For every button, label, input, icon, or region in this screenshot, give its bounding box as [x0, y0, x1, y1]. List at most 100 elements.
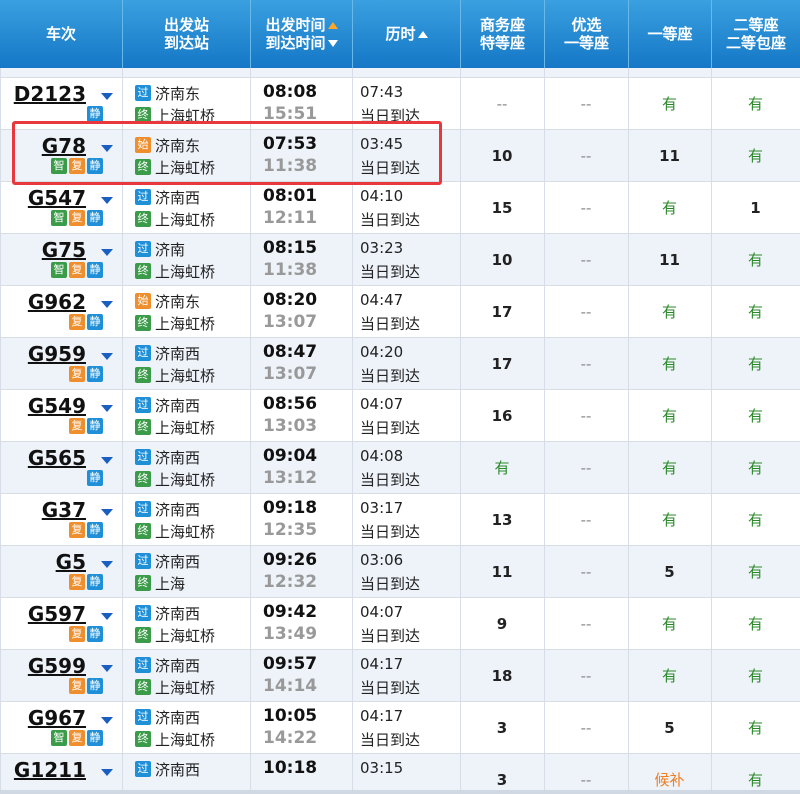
table-row[interactable]: G547 智复静 过济南西终上海虹桥 08:01 12:11 04:10 当日到达 15 -- 有… [0, 182, 800, 234]
train-number-link[interactable]: G547 [28, 186, 86, 210]
second-class-seat-availability[interactable]: 有 [711, 130, 800, 181]
train-number-link[interactable]: D2123 [14, 82, 86, 106]
sort-down-icon[interactable] [327, 39, 338, 47]
second-class-seat-availability[interactable]: 有 [711, 338, 800, 389]
dropdown-arrow-icon[interactable] [101, 509, 113, 516]
first-class-seat-availability[interactable]: 有 [628, 78, 711, 129]
second-class-seat-availability[interactable]: 有 [711, 702, 800, 753]
train-number-link[interactable]: G599 [28, 654, 86, 678]
dropdown-arrow-icon[interactable] [101, 561, 113, 568]
col-duration-header[interactable]: 历时 [352, 0, 460, 68]
arrival-time: 13:12 [263, 468, 318, 488]
business-seat-availability[interactable]: 17 [460, 286, 544, 337]
second-class-seat-availability[interactable]: 有 [711, 78, 800, 129]
dropdown-arrow-icon[interactable] [101, 197, 113, 204]
train-number-link[interactable]: G967 [28, 706, 86, 730]
train-number-link[interactable]: G962 [28, 290, 86, 314]
business-seat-availability[interactable]: 10 [460, 234, 544, 285]
business-seat-availability[interactable]: 18 [460, 650, 544, 701]
table-row[interactable]: G959 复静 过济南西终上海虹桥 08:47 13:07 04:20 当日到达 17 -- 有有 [0, 338, 800, 390]
first-class-seat-availability[interactable]: 有 [628, 338, 711, 389]
station-guo-icon: 过 [135, 397, 151, 413]
table-row[interactable]: G37 复静 过济南西终上海虹桥 09:18 12:35 03:17 当日到达 13 -- 有有 [0, 494, 800, 546]
to-station-name: 上海虹桥 [155, 262, 216, 281]
first-class-seat-availability[interactable]: 11 [628, 130, 711, 181]
second-class-seat-availability[interactable]: 有 [711, 442, 800, 493]
first-class-seat-availability[interactable]: 5 [628, 546, 711, 597]
dropdown-arrow-icon[interactable] [101, 301, 113, 308]
first-class-seat-availability[interactable]: 有 [628, 286, 711, 337]
first-class-seat-availability[interactable]: 有 [628, 598, 711, 649]
dropdown-arrow-icon[interactable] [101, 769, 113, 776]
arrive-day: 当日到达 [360, 471, 421, 489]
badge-jing-icon: 静 [87, 210, 103, 226]
business-seat-availability[interactable]: 9 [460, 598, 544, 649]
dropdown-arrow-icon[interactable] [101, 457, 113, 464]
train-number-link[interactable]: G1211 [14, 758, 86, 782]
table-row[interactable]: G75 智复静 过济南终上海虹桥 08:15 11:38 03:23 当日到达 10 -- 11 有 [0, 234, 800, 286]
business-seat-availability[interactable]: 16 [460, 390, 544, 441]
business-seat-availability[interactable]: 13 [460, 494, 544, 545]
dropdown-arrow-icon[interactable] [101, 249, 113, 256]
from-station-name: 济南东 [155, 292, 201, 311]
business-seat-availability[interactable]: 3 [460, 702, 544, 753]
table-row[interactable]: G597 复静 过济南西终上海虹桥 09:42 13:49 04:07 当日到达 9 -- 有有 [0, 598, 800, 650]
first-class-seat-availability[interactable]: 5 [628, 702, 711, 753]
train-number-link[interactable]: G597 [28, 602, 86, 626]
business-seat-availability[interactable]: 3 [460, 754, 544, 790]
dropdown-arrow-icon[interactable] [101, 93, 113, 100]
to-station-name: 上海虹桥 [155, 366, 216, 385]
business-seat-availability[interactable]: 11 [460, 546, 544, 597]
col-times-header[interactable]: 出发时间 到达时间 [250, 0, 352, 68]
train-number-link[interactable]: G5 [56, 550, 86, 574]
table-row[interactable]: G967 智复静 过济南西终上海虹桥 10:05 14:22 04:17 当日到达 3 -- 5 有 [0, 702, 800, 754]
first-class-seat-availability[interactable]: 有 [628, 650, 711, 701]
first-class-seat-availability[interactable]: 有 [628, 494, 711, 545]
dropdown-arrow-icon[interactable] [101, 717, 113, 724]
col-business-seat-label-0: 商务座 [479, 16, 525, 34]
second-class-seat-availability[interactable]: 有 [711, 598, 800, 649]
train-number-link[interactable]: G75 [42, 238, 86, 262]
row-cell [711, 68, 800, 77]
second-class-seat-availability[interactable]: 有 [711, 754, 800, 790]
first-class-seat-availability[interactable]: 11 [628, 234, 711, 285]
second-class-seat-availability[interactable]: 有 [711, 494, 800, 545]
train-number-link[interactable]: G959 [28, 342, 86, 366]
duration: 04:17 [360, 655, 404, 673]
table-row[interactable]: G962 复静 始济南东终上海虹桥 08:20 13:07 04:47 当日到达 17 -- 有有 [0, 286, 800, 338]
train-number-link[interactable]: G565 [28, 446, 86, 470]
table-row[interactable]: G1211 过济南西 10:18 03:15 3 -- 候补有 [0, 754, 800, 790]
business-seat-availability[interactable]: 10 [460, 130, 544, 181]
train-badges: 智复静 [51, 262, 103, 278]
table-row[interactable]: G549 复静 过济南西终上海虹桥 08:56 13:03 04:07 当日到达 16 -- 有有 [0, 390, 800, 442]
dropdown-arrow-icon[interactable] [101, 353, 113, 360]
first-class-seat-availability[interactable]: 候补 [628, 754, 711, 790]
second-class-seat-availability[interactable]: 有 [711, 650, 800, 701]
dropdown-arrow-icon[interactable] [101, 665, 113, 672]
sort-up-icon[interactable] [417, 30, 428, 38]
dropdown-arrow-icon[interactable] [101, 405, 113, 412]
table-row-partial[interactable] [0, 68, 800, 78]
arrival-time: 12:32 [263, 572, 318, 592]
sort-up-icon[interactable] [327, 21, 338, 29]
table-row[interactable]: G565 静过济南西终上海虹桥 09:04 13:12 04:08 当日到达有 -- 有有 [0, 442, 800, 494]
first-class-seat-availability[interactable]: 有 [628, 442, 711, 493]
dropdown-arrow-icon[interactable] [101, 613, 113, 620]
second-class-seat-availability[interactable]: 有 [711, 546, 800, 597]
first-class-seat-availability[interactable]: 有 [628, 390, 711, 441]
bottom-scrollbar[interactable] [0, 790, 800, 794]
table-row[interactable]: G5 复静 过济南西终上海 09:26 12:32 03:06 当日到达 11 -- 5 有 [0, 546, 800, 598]
second-class-seat-availability[interactable]: 有 [711, 234, 800, 285]
business-seat-availability[interactable]: 17 [460, 338, 544, 389]
business-seat-availability[interactable]: 15 [460, 182, 544, 233]
train-badges: 复静 [69, 626, 103, 642]
second-class-seat-availability[interactable]: 1 [711, 182, 800, 233]
col-train-no-header: 车次 [0, 0, 122, 68]
first-class-seat-availability[interactable]: 有 [628, 182, 711, 233]
table-row[interactable]: G599 复静 过济南西终上海虹桥 09:57 14:14 04:17 当日到达 18 -- 有有 [0, 650, 800, 702]
second-class-seat-availability[interactable]: 有 [711, 286, 800, 337]
business-seat-availability[interactable]: 有 [460, 442, 544, 493]
train-number-link[interactable]: G549 [28, 394, 86, 418]
second-class-seat-availability[interactable]: 有 [711, 390, 800, 441]
train-number-link[interactable]: G37 [42, 498, 86, 522]
